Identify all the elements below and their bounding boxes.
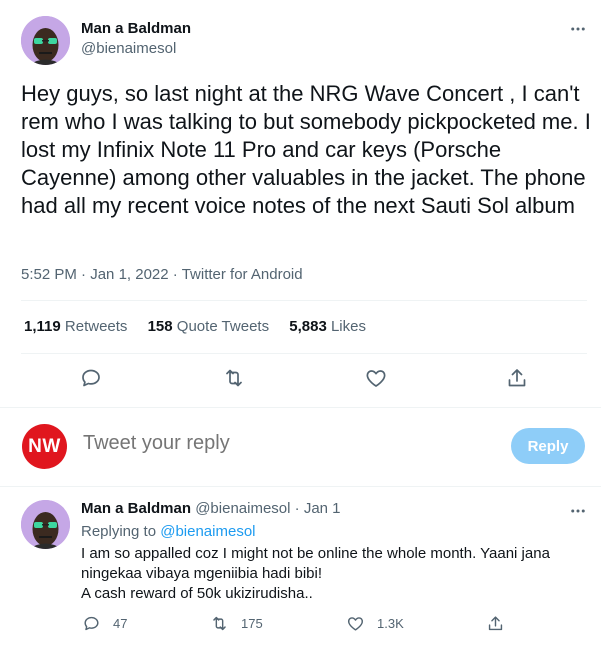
retweet-icon[interactable] (222, 366, 246, 390)
retweets-label: Retweets (64, 318, 128, 335)
reply-author-name[interactable]: Man a Baldman (81, 500, 191, 517)
likes-label: Likes (330, 318, 366, 335)
reply-share-action[interactable] (486, 614, 505, 633)
reply-reply-action[interactable]: 47 (82, 614, 127, 633)
retweets-count: 1,119 (24, 318, 61, 335)
avatar-illustration-icon (21, 500, 70, 549)
tweet-stats: 1,119 Retweets 158 Quote Tweets 5,883 Li… (24, 318, 382, 335)
reply-input[interactable] (83, 432, 483, 455)
divider (0, 407, 601, 408)
tweet-date[interactable]: Jan 1, 2022 (90, 266, 168, 283)
author-avatar[interactable] (21, 16, 70, 65)
likes-stat[interactable]: 5,883 Likes (289, 318, 366, 335)
like-count: 1.3K (377, 616, 404, 631)
reply-button[interactable]: Reply (511, 428, 585, 464)
meta-separator: · (81, 266, 87, 283)
tweet-source[interactable]: Twitter for Android (182, 266, 303, 283)
tweet-text: Hey guys, so last night at the NRG Wave … (21, 81, 591, 218)
more-options-icon[interactable] (568, 19, 588, 39)
reply-icon (84, 616, 99, 631)
retweet-count: 175 (241, 616, 263, 631)
reply-composer: NW Reply (0, 418, 601, 478)
reply-count: 47 (113, 616, 128, 631)
reply-retweet-action[interactable]: 175 (210, 614, 263, 633)
reply-header: Man a Baldman @bienaimesol · Jan 1 (81, 500, 341, 517)
more-options-icon[interactable] (568, 501, 588, 521)
quotes-stat[interactable]: 158 Quote Tweets (148, 318, 269, 335)
replying-to-link[interactable]: @bienaimesol (160, 523, 255, 540)
quotes-count: 158 (147, 318, 173, 335)
meta-separator: · (172, 266, 178, 283)
likes-count: 5,883 (289, 318, 327, 335)
reply-author-handle[interactable]: @bienaimesol (195, 500, 290, 517)
author-name[interactable]: Man a Baldman (81, 20, 191, 37)
divider (0, 486, 601, 487)
avatar-illustration-icon (21, 16, 70, 65)
like-icon[interactable] (364, 366, 388, 390)
tweet-time[interactable]: 5:52 PM (21, 266, 77, 283)
replying-label: Replying to (81, 523, 157, 540)
tweet-meta: 5:52 PM · Jan 1, 2022 · Twitter for Andr… (21, 266, 303, 283)
quotes-label: Quote Tweets (176, 318, 270, 335)
share-icon[interactable] (505, 366, 529, 390)
reply-like-action[interactable]: 1.3K (346, 614, 404, 633)
reply-actions: 47 175 1.3K (0, 614, 601, 638)
reply-text-line: I am so appalled coz I might not be onli… (81, 545, 550, 582)
replying-to-line: Replying to @bienaimesol (81, 523, 256, 540)
author-handle[interactable]: @bienaimesol (81, 40, 176, 57)
reply-text: I am so appalled coz I might not be onli… (81, 544, 586, 604)
retweet-icon (213, 616, 226, 631)
reply-text-line: A cash reward of 50k ukizirudisha.. (81, 585, 313, 602)
meta-separator: · (294, 500, 300, 517)
reply-author-avatar[interactable] (21, 500, 70, 549)
current-user-avatar[interactable]: NW (22, 424, 67, 469)
like-icon (347, 617, 364, 631)
divider (21, 300, 587, 301)
tweet-actions (0, 360, 601, 400)
share-icon (488, 616, 503, 631)
reply-icon[interactable] (79, 366, 103, 390)
retweets-stat[interactable]: 1,119 Retweets (24, 318, 127, 335)
divider (21, 353, 587, 354)
reply-tweet: Man a Baldman @bienaimesol · Jan 1 Reply… (0, 488, 601, 654)
reply-date[interactable]: Jan 1 (304, 500, 341, 517)
